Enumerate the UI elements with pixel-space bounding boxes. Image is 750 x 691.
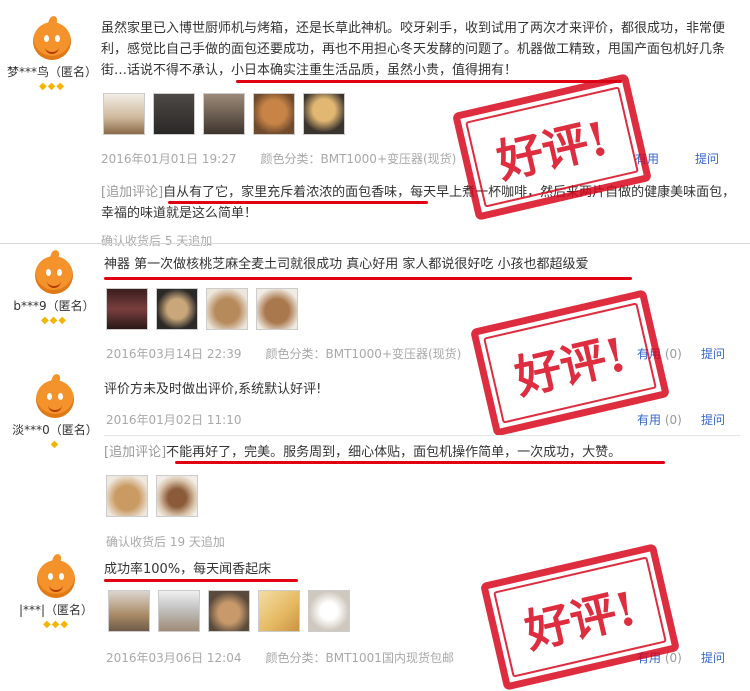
review-2: b***9（匿名） ◆◆◆ 神器 第一次做核桃芝麻全麦土司就很成功 真心好用 家… bbox=[0, 244, 750, 437]
ask-button[interactable]: 提问 bbox=[701, 649, 725, 666]
highlight-underline bbox=[104, 277, 632, 280]
photo-list bbox=[103, 93, 345, 135]
photo-thumbnail[interactable] bbox=[253, 93, 295, 135]
reviewer-name: 淡***0（匿名） bbox=[12, 423, 98, 437]
followup-text: [追加评论]不能再好了，完美。服务周到，细心体贴，面包机操作简单，一次成功，大赞… bbox=[104, 442, 734, 463]
review-meta: 2016年03月14日 22:39 颜色分类：BMT1000+变压器(现货) bbox=[106, 345, 461, 362]
review-meta: 2016年01月01日 19:27 颜色分类：BMT1000+变压器(现货) bbox=[101, 150, 456, 167]
photo-thumbnail[interactable] bbox=[303, 93, 345, 135]
product-variant: 颜色分类：BMT1000+变压器(现货) bbox=[265, 347, 462, 361]
product-variant: 颜色分类：BMT1001国内现货包邮 bbox=[265, 651, 454, 665]
reviewer: 梦***鸟（匿名） ◆◆◆ bbox=[2, 14, 102, 92]
photo-thumbnail[interactable] bbox=[156, 475, 198, 517]
review-text: 虽然家里已入博世厨师机与烤箱，还是长草此神机。咬牙剁手，收到试用了两次才来评价，… bbox=[101, 21, 726, 78]
avatar[interactable] bbox=[36, 372, 74, 418]
ask-button[interactable]: 提问 bbox=[701, 345, 725, 362]
helpful-button[interactable]: 有用 (0) bbox=[637, 411, 682, 428]
photo-thumbnail[interactable] bbox=[153, 93, 195, 135]
diamond-rank-icon: ◆◆◆ bbox=[42, 619, 70, 630]
reviewer: 淡***0（匿名） ◆ bbox=[5, 372, 105, 450]
photo-thumbnail[interactable] bbox=[308, 590, 350, 632]
product-variant: 颜色分类：BMT1000+变压器(现货) bbox=[260, 152, 457, 166]
photo-thumbnail[interactable] bbox=[158, 590, 200, 632]
reviewer-name: 梦***鸟（匿名） bbox=[6, 65, 97, 79]
ask-button[interactable]: 提问 bbox=[695, 150, 719, 167]
review-meta: 2016年03月06日 12:04 颜色分类：BMT1001国内现货包邮 bbox=[106, 649, 454, 666]
reviewer-name: |***|（匿名） bbox=[18, 603, 94, 617]
diamond-rank-icon: ◆◆◆ bbox=[38, 81, 66, 92]
photo-list bbox=[106, 288, 298, 330]
review-3: 淡***0（匿名） ◆ 评价方未及时做出评价,系统默认好评! 2016年01月0… bbox=[0, 372, 750, 552]
followup-content: 不能再好了，完美。服务周到，细心体贴，面包机操作简单，一次成功，大赞。 bbox=[166, 445, 622, 460]
review-4: |***|（匿名） ◆◆◆ 成功率100%，每天闻香起床 2016年03月06日… bbox=[0, 543, 750, 691]
photo-thumbnail[interactable] bbox=[106, 475, 148, 517]
photo-list bbox=[106, 475, 198, 517]
photo-thumbnail[interactable] bbox=[108, 590, 150, 632]
highlight-underline bbox=[104, 579, 298, 582]
diamond-rank-icon: ◆◆◆ bbox=[40, 315, 68, 326]
highlight-underline bbox=[168, 201, 428, 204]
followup-tag: [追加评论] bbox=[104, 445, 167, 460]
photo-thumbnail[interactable] bbox=[256, 288, 298, 330]
diamond-rank-icon: ◆ bbox=[50, 439, 60, 450]
reviewer: b***9（匿名） ◆◆◆ bbox=[4, 248, 104, 326]
review-date: 2016年03月06日 12:04 bbox=[106, 651, 242, 665]
review-1: 梦***鸟（匿名） ◆◆◆ 虽然家里已入博世厨师机与烤箱，还是长草此神机。咬牙剁… bbox=[0, 0, 750, 248]
highlight-underline bbox=[175, 461, 665, 464]
ask-button[interactable]: 提问 bbox=[701, 411, 725, 428]
photo-list bbox=[108, 590, 350, 632]
photo-thumbnail[interactable] bbox=[208, 590, 250, 632]
photo-thumbnail[interactable] bbox=[156, 288, 198, 330]
review-text: 神器 第一次做核桃芝麻全麦土司就很成功 真心好用 家人都说很好吃 小孩也都超级爱 bbox=[104, 257, 589, 272]
review-date: 2016年03月14日 22:39 bbox=[106, 347, 242, 361]
photo-thumbnail[interactable] bbox=[103, 93, 145, 135]
avatar[interactable] bbox=[37, 552, 75, 598]
review-date: 2016年01月02日 11:10 bbox=[106, 413, 242, 427]
photo-thumbnail[interactable] bbox=[203, 93, 245, 135]
photo-thumbnail[interactable] bbox=[106, 288, 148, 330]
review-date: 2016年01月01日 19:27 bbox=[101, 152, 237, 166]
followup-confirm: 确认收货后 19 天追加 bbox=[106, 535, 225, 549]
divider bbox=[104, 435, 740, 436]
reviewer-name: b***9（匿名） bbox=[13, 299, 95, 313]
review-text: 评价方未及时做出评价,系统默认好评! bbox=[104, 382, 322, 397]
reviewer: |***|（匿名） ◆◆◆ bbox=[6, 552, 106, 630]
review-meta: 2016年01月02日 11:10 bbox=[106, 411, 241, 428]
followup-tag: [追加评论] bbox=[101, 185, 164, 200]
photo-thumbnail[interactable] bbox=[206, 288, 248, 330]
avatar[interactable] bbox=[35, 248, 73, 294]
highlight-underline bbox=[236, 80, 622, 83]
avatar[interactable] bbox=[33, 14, 71, 60]
photo-thumbnail[interactable] bbox=[258, 590, 300, 632]
